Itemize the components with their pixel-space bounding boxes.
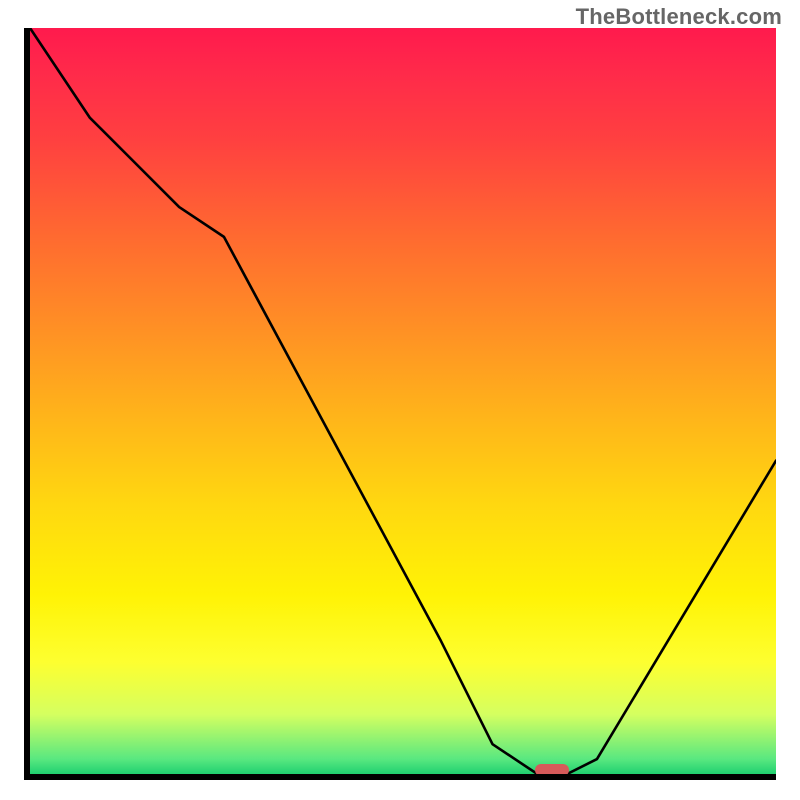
bottleneck-line xyxy=(30,28,776,774)
watermark-text: TheBottleneck.com xyxy=(576,4,782,30)
y-axis xyxy=(24,28,30,780)
x-axis xyxy=(24,774,776,780)
chart-frame xyxy=(24,28,776,780)
chart-curve xyxy=(30,28,776,774)
